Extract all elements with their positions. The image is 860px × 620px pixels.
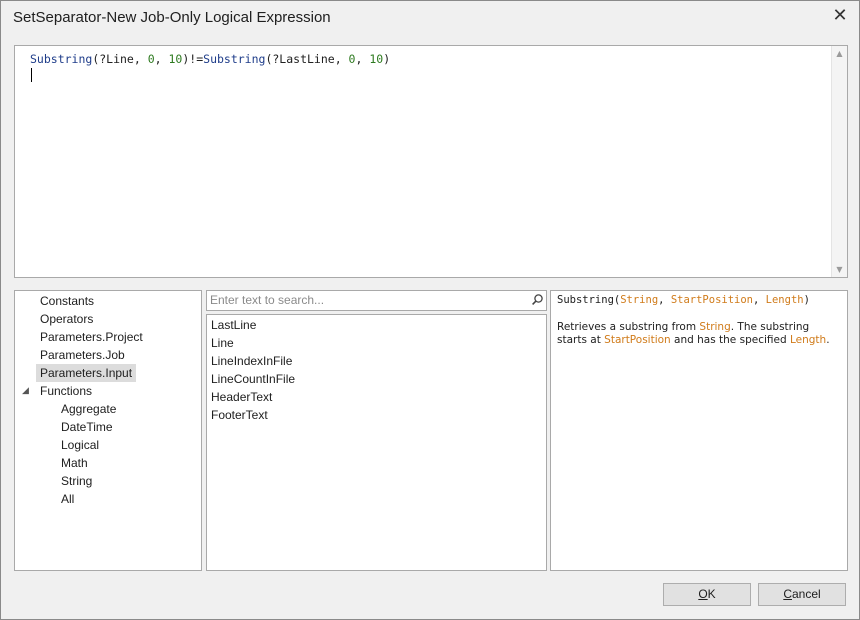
signature-part: StartPosition xyxy=(670,294,753,306)
description-part: . xyxy=(826,334,830,346)
item-list[interactable]: LastLine Line LineIndexInFile LineCountInFi… xyxy=(206,314,547,571)
expression-token: Substring xyxy=(30,52,93,66)
function-description: Retrieves a substring from String. The s… xyxy=(557,321,841,347)
signature-part: , xyxy=(753,294,766,306)
description-part: StartPosition xyxy=(604,334,671,346)
expand-arrow-icon[interactable]: ◢ xyxy=(22,382,29,400)
expression-token: , xyxy=(355,52,370,66)
expression-token: )!= xyxy=(182,52,204,66)
list-item[interactable]: Line xyxy=(211,334,234,352)
scroll-up-icon[interactable]: ▲ xyxy=(832,49,847,58)
list-item[interactable]: LastLine xyxy=(211,316,256,334)
list-item[interactable]: FooterText xyxy=(211,406,268,424)
window-title: SetSeparator-New Job-Only Logical Expres… xyxy=(13,9,331,26)
expression-token: (?LastLine, xyxy=(265,52,349,66)
ok-button-mnemonic: O xyxy=(698,587,708,601)
list-item[interactable]: LineIndexInFile xyxy=(211,352,292,370)
expression-token: 0 xyxy=(147,52,155,66)
search-input[interactable] xyxy=(210,292,522,308)
signature-part: Substring( xyxy=(557,294,621,306)
expression-token: 10 xyxy=(168,52,183,66)
signature-part: , xyxy=(658,294,671,306)
expression-token: Substring xyxy=(203,52,266,66)
tree-item-aggregate[interactable]: Aggregate xyxy=(61,400,116,418)
tree-item-constants[interactable]: Constants xyxy=(36,292,98,310)
description-part: Retrieves a substring from xyxy=(557,321,700,333)
tree-item-all[interactable]: All xyxy=(61,490,74,508)
list-item[interactable]: LineCountInFile xyxy=(211,370,295,388)
cancel-button-mnemonic: C xyxy=(783,587,792,601)
editor-vertical-scrollbar[interactable]: ▲ ▼ xyxy=(831,46,847,277)
signature-part: String xyxy=(620,294,659,306)
tree-item-math[interactable]: Math xyxy=(61,454,88,472)
signature-part: ) xyxy=(803,294,810,306)
cancel-button-label: ancel xyxy=(791,587,821,601)
text-caret xyxy=(31,68,32,82)
expression-token: ) xyxy=(383,52,391,66)
description-part: String xyxy=(699,321,731,333)
tree-item-logical[interactable]: Logical xyxy=(61,436,99,454)
tree-item-string[interactable]: String xyxy=(61,472,92,490)
description-panel: Substring(String, StartPosition, Length)… xyxy=(550,290,848,571)
function-signature: Substring(String, StartPosition, Length) xyxy=(557,294,810,306)
description-part: and has the specified xyxy=(670,334,790,346)
expression-token: , xyxy=(154,52,169,66)
expression-editor-dialog: SetSeparator-New Job-Only Logical Expres… xyxy=(0,0,860,620)
tree-item-parameters-project[interactable]: Parameters.Project xyxy=(36,328,147,346)
cancel-button[interactable]: Cancel xyxy=(758,583,846,606)
expression-token: (?Line, xyxy=(92,52,148,66)
search-button[interactable] xyxy=(529,290,547,311)
scroll-down-icon[interactable]: ▼ xyxy=(832,265,847,274)
tree-item-datetime[interactable]: DateTime xyxy=(61,418,113,436)
tree-item-operators[interactable]: Operators xyxy=(36,310,97,328)
close-button[interactable]: ✕ xyxy=(827,5,853,29)
expression-text: Substring(?Line, 0, 10)!=Substring(?Last… xyxy=(30,52,390,66)
category-tree[interactable]: Constants Operators Parameters.Project Para… xyxy=(14,290,202,571)
title-bar: SetSeparator-New Job-Only Logical Expres… xyxy=(1,1,859,35)
description-part: Length xyxy=(789,334,827,346)
list-item[interactable]: HeaderText xyxy=(211,388,272,406)
search-icon xyxy=(532,294,543,305)
expression-editor[interactable]: Substring(?Line, 0, 10)!=Substring(?Last… xyxy=(14,45,848,278)
ok-button[interactable]: OK xyxy=(663,583,751,606)
tree-item-functions[interactable]: Functions xyxy=(36,382,96,400)
close-icon: ✕ xyxy=(832,5,848,26)
signature-part: Length xyxy=(765,294,804,306)
tree-item-parameters-input[interactable]: Parameters.Input xyxy=(36,364,137,382)
search-box[interactable] xyxy=(206,290,530,311)
expression-token: 10 xyxy=(369,52,384,66)
tree-item-parameters-job[interactable]: Parameters.Job xyxy=(36,346,129,364)
ok-button-label: K xyxy=(707,587,716,601)
